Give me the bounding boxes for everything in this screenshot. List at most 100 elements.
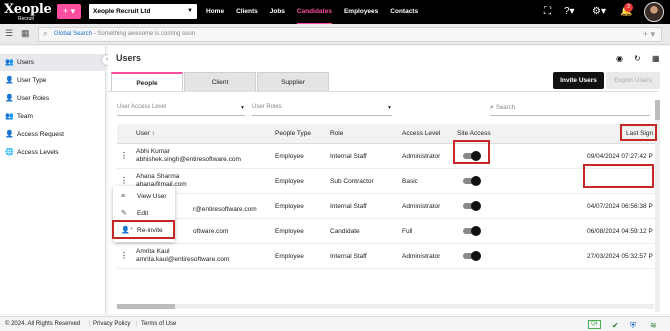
access-level: Full	[402, 228, 413, 235]
people-type: Employee	[275, 203, 304, 210]
sidebar-item-access-levels[interactable]: 🌐 Access Levels	[0, 144, 106, 161]
people-type: Employee	[275, 228, 304, 235]
site-access-toggle[interactable]	[463, 251, 481, 261]
user-email: abhishek.singh@entiresoftware.com	[136, 156, 241, 163]
site-access-highlight	[453, 140, 490, 164]
last-sign: 27/03/2024 05:32:57 P	[587, 253, 653, 260]
access-level: Administrator	[402, 153, 441, 160]
footer: © 2024. All Rights Reserved | Privacy Po…	[0, 316, 670, 331]
access-level: Administrator	[402, 253, 441, 260]
users-icon: 👥	[5, 59, 14, 66]
chevron-down-icon: ▼	[387, 105, 392, 111]
user-email: oftware.com	[193, 228, 229, 235]
terms-link[interactable]: Terms of Use	[141, 321, 176, 327]
copyright: © 2024. All Rights Reserved	[5, 321, 81, 327]
table-row[interactable]: ⋮ r@entiresoftware.com Employee Internal…	[117, 194, 655, 219]
sidebar-item-team[interactable]: 👥 Team	[0, 108, 106, 125]
company-select[interactable]: Xeople Recruit Ltd ▼	[89, 4, 197, 19]
add-icon[interactable]: + ▾	[643, 29, 655, 40]
table-row[interactable]: ⋮ Ahana Sharma ahana@mail.com Employee S…	[117, 169, 655, 194]
version-badge: Q4	[588, 320, 601, 329]
table-search-placeholder: Search	[495, 105, 515, 111]
table-search-input[interactable]: ⌕ Search	[490, 104, 650, 116]
export-users-button[interactable]: Export Users	[606, 72, 660, 89]
sidebar: 👥 Users 👤 User Type 👤 User Roles 👥 Team …	[0, 46, 106, 314]
horizontal-scrollbar[interactable]	[117, 304, 654, 309]
expand-icon[interactable]: ⛶	[544, 6, 551, 18]
site-access-toggle[interactable]	[463, 201, 481, 211]
nav-jobs[interactable]: Jobs	[270, 0, 285, 24]
menu-item-view-user[interactable]: ≡ View User	[113, 188, 175, 205]
sidebar-item-label: User Type	[17, 77, 47, 84]
logo-subtext: Recruit	[18, 16, 34, 22]
sidebar-item-user-type[interactable]: 👤 User Type	[0, 72, 106, 89]
search-icon: ⌕	[490, 104, 494, 111]
col-access-level[interactable]: Access Level	[402, 124, 440, 144]
roles-filter[interactable]: User Roles ▼	[252, 104, 392, 116]
invite-users-button[interactable]: Invite Users	[553, 72, 604, 89]
role: Sub Contractor	[330, 178, 374, 185]
people-type: Employee	[275, 178, 304, 185]
role: Candidate	[330, 228, 360, 235]
avatar[interactable]	[644, 2, 664, 22]
help-icon[interactable]: ?▾	[564, 6, 575, 18]
tab-supplier[interactable]: Supplier	[257, 72, 329, 91]
scroll-thumb[interactable]	[117, 304, 175, 309]
global-search-label: Global Search - Something awesome is com…	[54, 31, 196, 37]
user-roles-icon: 👤	[5, 95, 14, 102]
settings-icon[interactable]: ⚙▾	[592, 6, 606, 18]
sidebar-item-access-request[interactable]: 👤 Access Request	[0, 126, 106, 143]
tab-client[interactable]: Client	[184, 72, 256, 91]
site-access-toggle[interactable]	[463, 176, 481, 186]
last-sign: 06/08/2024 04:59:12 P	[587, 228, 653, 235]
check-circle-icon: ✔	[612, 321, 619, 330]
people-type: Employee	[275, 153, 304, 160]
row-menu-icon[interactable]: ⋮	[120, 176, 128, 185]
table-row[interactable]: ⋮ Amrita Kaul amrita.kaul@entiresoftware…	[117, 244, 655, 269]
user-name: Amrita Kaul	[136, 248, 170, 255]
globe-icon: 🌐	[5, 149, 14, 156]
quick-add-button[interactable]: + ▾	[57, 4, 81, 19]
col-role[interactable]: Role	[330, 124, 343, 144]
col-people-type[interactable]: People Type	[275, 124, 311, 144]
grid-icon[interactable]: ▦	[652, 54, 660, 63]
menu-item-label: View User	[137, 193, 167, 200]
sidebar-item-users[interactable]: 👥 Users	[0, 54, 106, 71]
nav-candidates[interactable]: Candidates	[296, 0, 332, 24]
col-user[interactable]: User ↑	[136, 124, 155, 144]
table-row[interactable]: ⋮ oftware.com Employee Candidate Full 06…	[117, 219, 655, 244]
access-level-filter[interactable]: User Access Level ▼	[117, 104, 245, 116]
nav-clients[interactable]: Clients	[236, 0, 258, 24]
footer-divider: |	[89, 321, 91, 327]
menu-item-label: Edit	[137, 210, 149, 217]
scroll-thumb[interactable]	[655, 100, 660, 120]
tab-people[interactable]: People	[111, 72, 183, 92]
nav-employees[interactable]: Employees	[344, 0, 378, 24]
privacy-link[interactable]: Privacy Policy	[93, 321, 130, 327]
site-access-toggle[interactable]	[463, 226, 481, 236]
user-name: Abhi Kumar	[136, 148, 170, 155]
user-name: Ahana Sharma	[136, 173, 180, 180]
search-bar: ☰ ▦ ⌕ Global Search - Something awesome …	[0, 24, 670, 45]
table-header: User ↑ People Type Role Access Level Sit…	[117, 124, 655, 144]
logo-text: Xeople	[4, 2, 52, 17]
table-row[interactable]: ⋮ Abhi Kumar abhishek.singh@entiresoftwa…	[117, 144, 655, 169]
user-type-icon: 👤	[5, 77, 14, 84]
row-menu-icon[interactable]: ⋮	[120, 251, 128, 260]
list-view-icon[interactable]: ☰	[5, 28, 13, 39]
notification-badge: 3	[624, 3, 633, 12]
logo[interactable]: Xeople Recruit	[4, 2, 52, 22]
grid-view-icon[interactable]: ▦	[21, 28, 30, 39]
global-search-input[interactable]: ⌕ Global Search - Something awesome is c…	[38, 27, 662, 42]
eye-icon[interactable]: ◉	[616, 54, 623, 63]
sidebar-item-label: Access Levels	[17, 149, 59, 156]
last-sign: 09/04/2024 07:27:42 P	[587, 153, 653, 160]
sidebar-item-user-roles[interactable]: 👤 User Roles	[0, 90, 106, 107]
nav-home[interactable]: Home	[206, 0, 224, 24]
access-request-icon: 👤	[5, 131, 14, 138]
refresh-icon[interactable]: ↻	[634, 54, 641, 63]
user-email: r@entiresoftware.com	[193, 206, 257, 213]
sidebar-item-label: Access Request	[17, 131, 64, 138]
row-menu-icon[interactable]: ⋮	[120, 151, 128, 160]
nav-contacts[interactable]: Contacts	[390, 0, 418, 24]
